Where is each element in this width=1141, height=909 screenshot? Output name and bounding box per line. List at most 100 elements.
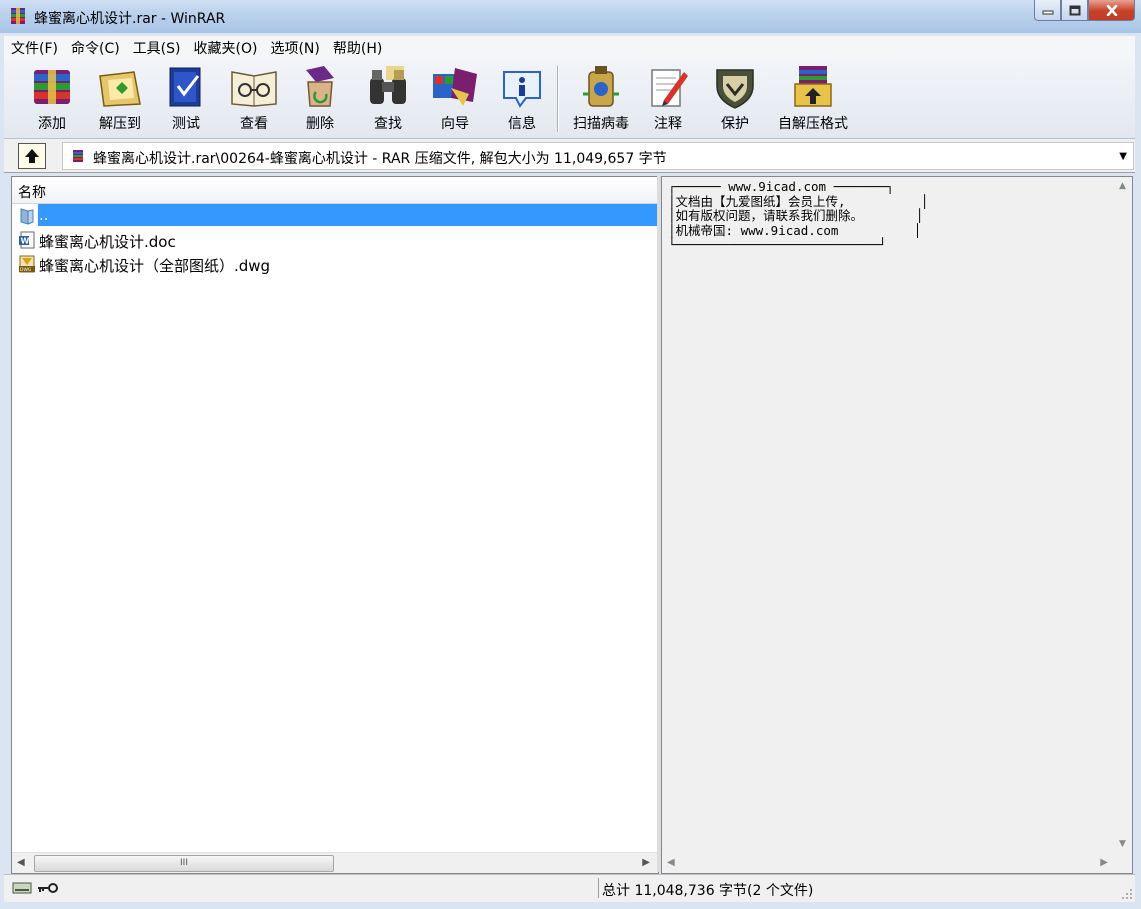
word-doc-icon: W bbox=[19, 231, 35, 249]
comment-horizontal-scrollbar[interactable]: ◀ ▶ bbox=[662, 853, 1114, 873]
wizard-button[interactable]: 向导 bbox=[424, 64, 486, 134]
file-list[interactable]: 名称 .. W 蜂蜜离心机设计.doc DWG 蜂蜜离心机设计（全部图纸）.dw… bbox=[11, 176, 659, 874]
extract-to-button[interactable]: 解压到 bbox=[90, 64, 150, 134]
protect-label: 保护 bbox=[721, 116, 749, 132]
add-label: 添加 bbox=[38, 116, 66, 132]
toolbar: 添加 解压到 测试 查看 删除 查找 向导 信息 扫描病毒 注释 保护 自解压格… bbox=[4, 60, 1135, 139]
maximize-button[interactable] bbox=[1061, 0, 1088, 21]
sfx-label: 自解压格式 bbox=[778, 116, 848, 132]
path-combobox[interactable]: 蜂蜜离心机设计.rar\00264-蜂蜜离心机设计 - RAR 压缩文件, 解包… bbox=[62, 142, 1134, 170]
protect-icon bbox=[716, 69, 754, 109]
scroll-left-icon[interactable]: ◀ bbox=[667, 857, 675, 868]
file-name: .. bbox=[38, 204, 657, 226]
extract-icon bbox=[99, 71, 141, 107]
comment-button[interactable]: 注释 bbox=[638, 64, 698, 134]
find-button[interactable]: 查找 bbox=[356, 64, 420, 134]
menu-file[interactable]: 文件(F) bbox=[4, 38, 64, 58]
minimize-icon bbox=[1042, 10, 1053, 15]
menu-tools[interactable]: 工具(S) bbox=[126, 38, 187, 58]
wizard-label: 向导 bbox=[441, 116, 469, 132]
add-button[interactable]: 添加 bbox=[20, 64, 84, 134]
window-controls bbox=[1034, 0, 1135, 22]
dropdown-arrow-icon[interactable]: ▼ bbox=[1119, 151, 1127, 162]
find-label: 查找 bbox=[374, 116, 402, 132]
archive-comment: ┌────── www.9icad.com ───────┐ │文档由【九爱图纸… bbox=[668, 179, 929, 253]
sfx-button[interactable]: 自解压格式 bbox=[768, 64, 858, 134]
test-button[interactable]: 测试 bbox=[156, 64, 216, 134]
file-name: 蜂蜜离心机设计.doc bbox=[39, 233, 176, 251]
key-icon[interactable] bbox=[36, 881, 58, 895]
view-label: 查看 bbox=[240, 116, 268, 132]
horizontal-scrollbar[interactable]: ◀ III ▶ bbox=[12, 852, 658, 873]
comment-icon bbox=[651, 69, 688, 107]
archive-icon bbox=[73, 150, 83, 162]
view-icon bbox=[231, 71, 277, 107]
menu-help[interactable]: 帮助(H) bbox=[326, 38, 388, 58]
wizard-icon bbox=[433, 68, 477, 106]
status-icons bbox=[12, 881, 58, 895]
drive-icon[interactable] bbox=[12, 881, 32, 895]
scroll-up-icon[interactable]: ▲ bbox=[1119, 181, 1126, 191]
svg-text:W: W bbox=[21, 237, 30, 246]
parent-folder-icon bbox=[20, 208, 34, 225]
status-total: 总计 11,048,736 字节(2 个文件) bbox=[602, 883, 814, 899]
list-item-doc[interactable]: W 蜂蜜离心机设计.doc bbox=[14, 228, 656, 252]
minimize-button[interactable] bbox=[1034, 0, 1061, 21]
info-label: 信息 bbox=[508, 116, 536, 132]
title-bar[interactable]: 蜂蜜离心机设计.rar - WinRAR bbox=[0, 0, 1141, 33]
scroll-down-icon[interactable]: ▼ bbox=[1119, 839, 1126, 849]
up-folder-button[interactable] bbox=[18, 143, 46, 169]
winrar-window: 蜂蜜离心机设计.rar - WinRAR 文件(F) 命令(C) 工具(S) 收… bbox=[0, 0, 1141, 909]
extract-to-label: 解压到 bbox=[99, 116, 141, 132]
winrar-app-icon[interactable] bbox=[9, 7, 27, 25]
up-arrow-icon bbox=[25, 149, 39, 163]
menu-favorites[interactable]: 收藏夹(O) bbox=[187, 38, 264, 58]
comment-line: └───────────────────────────┘ bbox=[668, 237, 887, 252]
scroll-right-icon[interactable]: ▶ bbox=[642, 857, 650, 868]
close-button[interactable] bbox=[1088, 0, 1135, 21]
delete-button[interactable]: 删除 bbox=[290, 64, 350, 134]
comment-line: ┌────── www.9icad.com ───────┐ bbox=[668, 179, 894, 194]
scroll-right-icon[interactable]: ▶ bbox=[1100, 857, 1108, 868]
file-name: 蜂蜜离心机设计（全部图纸）.dwg bbox=[39, 257, 271, 275]
comment-line: │机械帝国: www.9icad.com │ bbox=[668, 222, 922, 238]
menu-options[interactable]: 选项(N) bbox=[263, 38, 325, 58]
protect-button[interactable]: 保护 bbox=[704, 64, 766, 134]
menu-bar: 文件(F) 命令(C) 工具(S) 收藏夹(O) 选项(N) 帮助(H) bbox=[4, 36, 1135, 60]
test-label: 测试 bbox=[172, 116, 200, 132]
test-icon bbox=[169, 67, 201, 107]
status-divider bbox=[598, 878, 599, 898]
scan-virus-label: 扫描病毒 bbox=[573, 116, 629, 132]
comment-label: 注释 bbox=[654, 116, 682, 132]
close-icon bbox=[1106, 4, 1117, 16]
menu-commands[interactable]: 命令(C) bbox=[64, 38, 126, 58]
comment-line: │文档由【九爱图纸】会员上传, │ bbox=[668, 193, 929, 209]
vertical-scrollbar[interactable]: ▲ ▼ bbox=[1114, 177, 1132, 853]
dwg-file-icon: DWG bbox=[19, 255, 35, 273]
address-bar: 蜂蜜离心机设计.rar\00264-蜂蜜离心机设计 - RAR 压缩文件, 解包… bbox=[4, 139, 1135, 173]
scan-virus-button[interactable]: 扫描病毒 bbox=[564, 64, 638, 134]
add-icon bbox=[34, 70, 70, 104]
sfx-icon bbox=[794, 66, 832, 107]
column-header-label: 名称 bbox=[18, 185, 46, 201]
scan-virus-icon bbox=[583, 66, 619, 107]
scroll-thumb[interactable]: III bbox=[34, 855, 334, 872]
toolbar-separator bbox=[557, 66, 559, 132]
delete-label: 删除 bbox=[306, 116, 334, 132]
column-header-name[interactable]: 名称 bbox=[12, 177, 658, 204]
info-icon bbox=[503, 71, 541, 108]
resize-grip-icon[interactable] bbox=[1121, 888, 1133, 900]
comment-line: │如有版权问题，请联系我们删除。 │ bbox=[668, 208, 924, 223]
list-item-parent[interactable]: .. bbox=[14, 204, 657, 228]
list-item-dwg[interactable]: DWG 蜂蜜离心机设计（全部图纸）.dwg bbox=[14, 252, 656, 276]
find-icon bbox=[370, 66, 406, 104]
view-button[interactable]: 查看 bbox=[222, 64, 286, 134]
maximize-icon bbox=[1069, 5, 1080, 15]
delete-icon bbox=[306, 66, 334, 107]
svg-text:DWG: DWG bbox=[20, 267, 32, 273]
window-title: 蜂蜜离心机设计.rar - WinRAR bbox=[34, 11, 226, 27]
info-button[interactable]: 信息 bbox=[492, 64, 552, 134]
path-text: 蜂蜜离心机设计.rar\00264-蜂蜜离心机设计 - RAR 压缩文件, 解包… bbox=[93, 151, 667, 167]
scroll-left-icon[interactable]: ◀ bbox=[17, 857, 25, 868]
comment-pane[interactable]: ┌────── www.9icad.com ───────┐ │文档由【九爱图纸… bbox=[661, 176, 1133, 874]
